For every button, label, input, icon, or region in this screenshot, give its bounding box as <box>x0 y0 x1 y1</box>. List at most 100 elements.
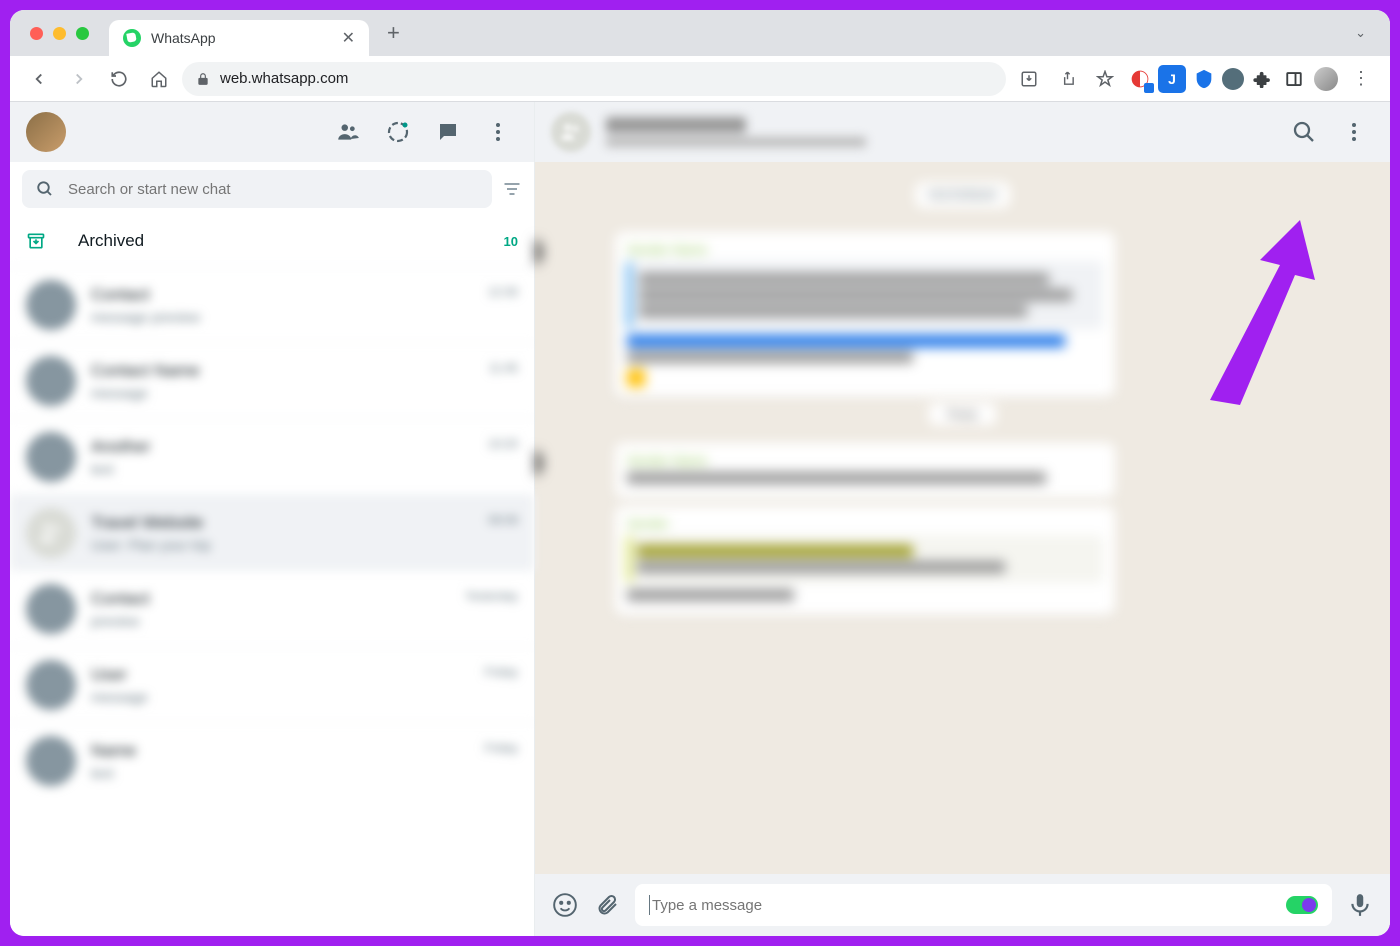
message-bubble[interactable]: Sender Name <box>615 443 1115 498</box>
browser-toolbar: web.whatsapp.com J ⋮ <box>10 56 1390 102</box>
message-input-wrapper[interactable] <box>635 884 1332 926</box>
whatsapp-favicon-icon <box>123 29 141 47</box>
sender-name: Sender Name <box>627 453 1103 468</box>
left-header <box>10 102 534 162</box>
chat-list-item[interactable]: Contact Yesterday preview <box>10 570 534 646</box>
browser-menu-button[interactable]: ⋮ <box>1344 62 1378 96</box>
toggle-switch[interactable] <box>1286 896 1318 914</box>
message-bubble[interactable]: Sender <box>615 506 1115 615</box>
install-app-icon[interactable] <box>1012 62 1046 96</box>
profile-avatar[interactable] <box>1312 65 1340 93</box>
tab-bar: WhatsApp ✕ + ⌄ <box>10 10 1390 56</box>
home-button[interactable] <box>142 62 176 96</box>
toolbar-actions: J ⋮ <box>1012 62 1378 96</box>
filter-icon[interactable] <box>502 179 522 199</box>
chat-name: User <box>91 665 127 685</box>
sender-avatar <box>535 236 543 268</box>
chat-list[interactable]: Contact12:30message preview Contact Name… <box>10 266 534 936</box>
chat-name: Contact <box>91 589 150 609</box>
status-icon[interactable] <box>378 112 418 152</box>
chat-subtitle <box>606 137 866 147</box>
chat-list-item[interactable]: Name Friday text <box>10 722 534 798</box>
chat-avatar <box>26 736 76 786</box>
chat-list-item[interactable]: Travel Website08:08User: Plan your trip <box>10 494 534 570</box>
extension-icon[interactable] <box>1222 68 1244 90</box>
chat-avatar <box>26 660 76 710</box>
chat-list-panel: Archived 10 Contact12:30message preview … <box>10 102 535 936</box>
chat-avatar <box>26 356 76 406</box>
new-chat-icon[interactable] <box>428 112 468 152</box>
tabs-dropdown-icon[interactable]: ⌄ <box>1341 25 1380 41</box>
search-bar <box>10 162 534 216</box>
maximize-window-button[interactable] <box>76 27 89 40</box>
chat-header-info <box>606 117 1269 147</box>
chat-time: Friday <box>485 665 518 685</box>
sender-avatar <box>535 447 543 479</box>
search-in-chat-icon[interactable] <box>1284 112 1324 152</box>
extension-icon[interactable] <box>1190 65 1218 93</box>
chat-list-item[interactable]: Contact12:30message preview <box>10 266 534 342</box>
chat-preview: message preview <box>91 309 518 325</box>
communities-icon[interactable] <box>328 112 368 152</box>
search-input-wrapper[interactable] <box>22 170 492 208</box>
chat-list-item[interactable]: Another 10:20 text <box>10 418 534 494</box>
chat-menu-icon[interactable] <box>1334 112 1374 152</box>
chat-title <box>606 117 746 133</box>
archived-row[interactable]: Archived 10 <box>10 216 534 266</box>
chat-preview: User: Plan your trip <box>91 537 518 553</box>
chat-time: Yesterday <box>465 589 518 609</box>
chat-avatar <box>26 280 76 330</box>
url-text: web.whatsapp.com <box>220 70 348 87</box>
sender-name: Sender Name <box>627 242 1103 257</box>
chat-avatar <box>26 432 76 482</box>
search-input[interactable] <box>68 181 478 198</box>
chat-list-item[interactable]: UserFridaymessage <box>10 646 534 722</box>
chat-header[interactable] <box>535 102 1390 162</box>
bookmark-star-icon[interactable] <box>1088 62 1122 96</box>
chat-time: Friday <box>485 741 518 761</box>
reload-button[interactable] <box>102 62 136 96</box>
browser-window: WhatsApp ✕ + ⌄ web.whatsapp.com J ⋮ <box>10 10 1390 936</box>
menu-icon[interactable] <box>478 112 518 152</box>
group-avatar-icon <box>551 112 591 152</box>
share-icon[interactable] <box>1050 62 1084 96</box>
messages-pane[interactable]: YESTERDAY Sender Name <box>535 162 1390 874</box>
attach-icon[interactable] <box>593 891 621 919</box>
minimize-window-button[interactable] <box>53 27 66 40</box>
lock-icon <box>196 72 210 86</box>
close-window-button[interactable] <box>30 27 43 40</box>
new-tab-button[interactable]: + <box>379 20 408 46</box>
extensions-button[interactable] <box>1248 65 1276 93</box>
chat-avatar <box>26 584 76 634</box>
archived-count: 10 <box>504 234 518 249</box>
chat-preview: text <box>91 765 518 781</box>
tab-title: WhatsApp <box>151 30 332 46</box>
chat-avatar <box>26 508 76 558</box>
sidepanel-icon[interactable] <box>1280 65 1308 93</box>
chat-preview: preview <box>91 613 518 629</box>
chat-time: 08:08 <box>488 513 518 533</box>
my-avatar[interactable] <box>26 112 66 152</box>
chat-name: Name <box>91 741 136 761</box>
browser-tab[interactable]: WhatsApp ✕ <box>109 20 369 56</box>
forward-button[interactable] <box>62 62 96 96</box>
chat-time: 11:45 <box>489 361 518 381</box>
message-bubble[interactable]: Sender Name <box>615 232 1115 397</box>
chat-list-item[interactable]: Contact Name11:45message <box>10 342 534 418</box>
chat-name: Another <box>91 437 151 457</box>
chat-time: 10:20 <box>488 437 518 457</box>
search-icon <box>36 180 54 198</box>
chat-preview: text <box>91 461 518 477</box>
mic-icon[interactable] <box>1346 891 1374 919</box>
back-button[interactable] <box>22 62 56 96</box>
chat-name: Contact <box>91 285 150 305</box>
archived-label: Archived <box>78 231 472 251</box>
extension-icon[interactable]: J <box>1158 65 1186 93</box>
emoji-icon[interactable] <box>551 891 579 919</box>
message-input[interactable] <box>652 897 1286 914</box>
chat-preview: message <box>91 385 518 401</box>
extension-icon[interactable] <box>1126 65 1154 93</box>
address-bar[interactable]: web.whatsapp.com <box>182 62 1006 96</box>
close-tab-icon[interactable]: ✕ <box>342 28 355 48</box>
whatsapp-app: Archived 10 Contact12:30message preview … <box>10 102 1390 936</box>
